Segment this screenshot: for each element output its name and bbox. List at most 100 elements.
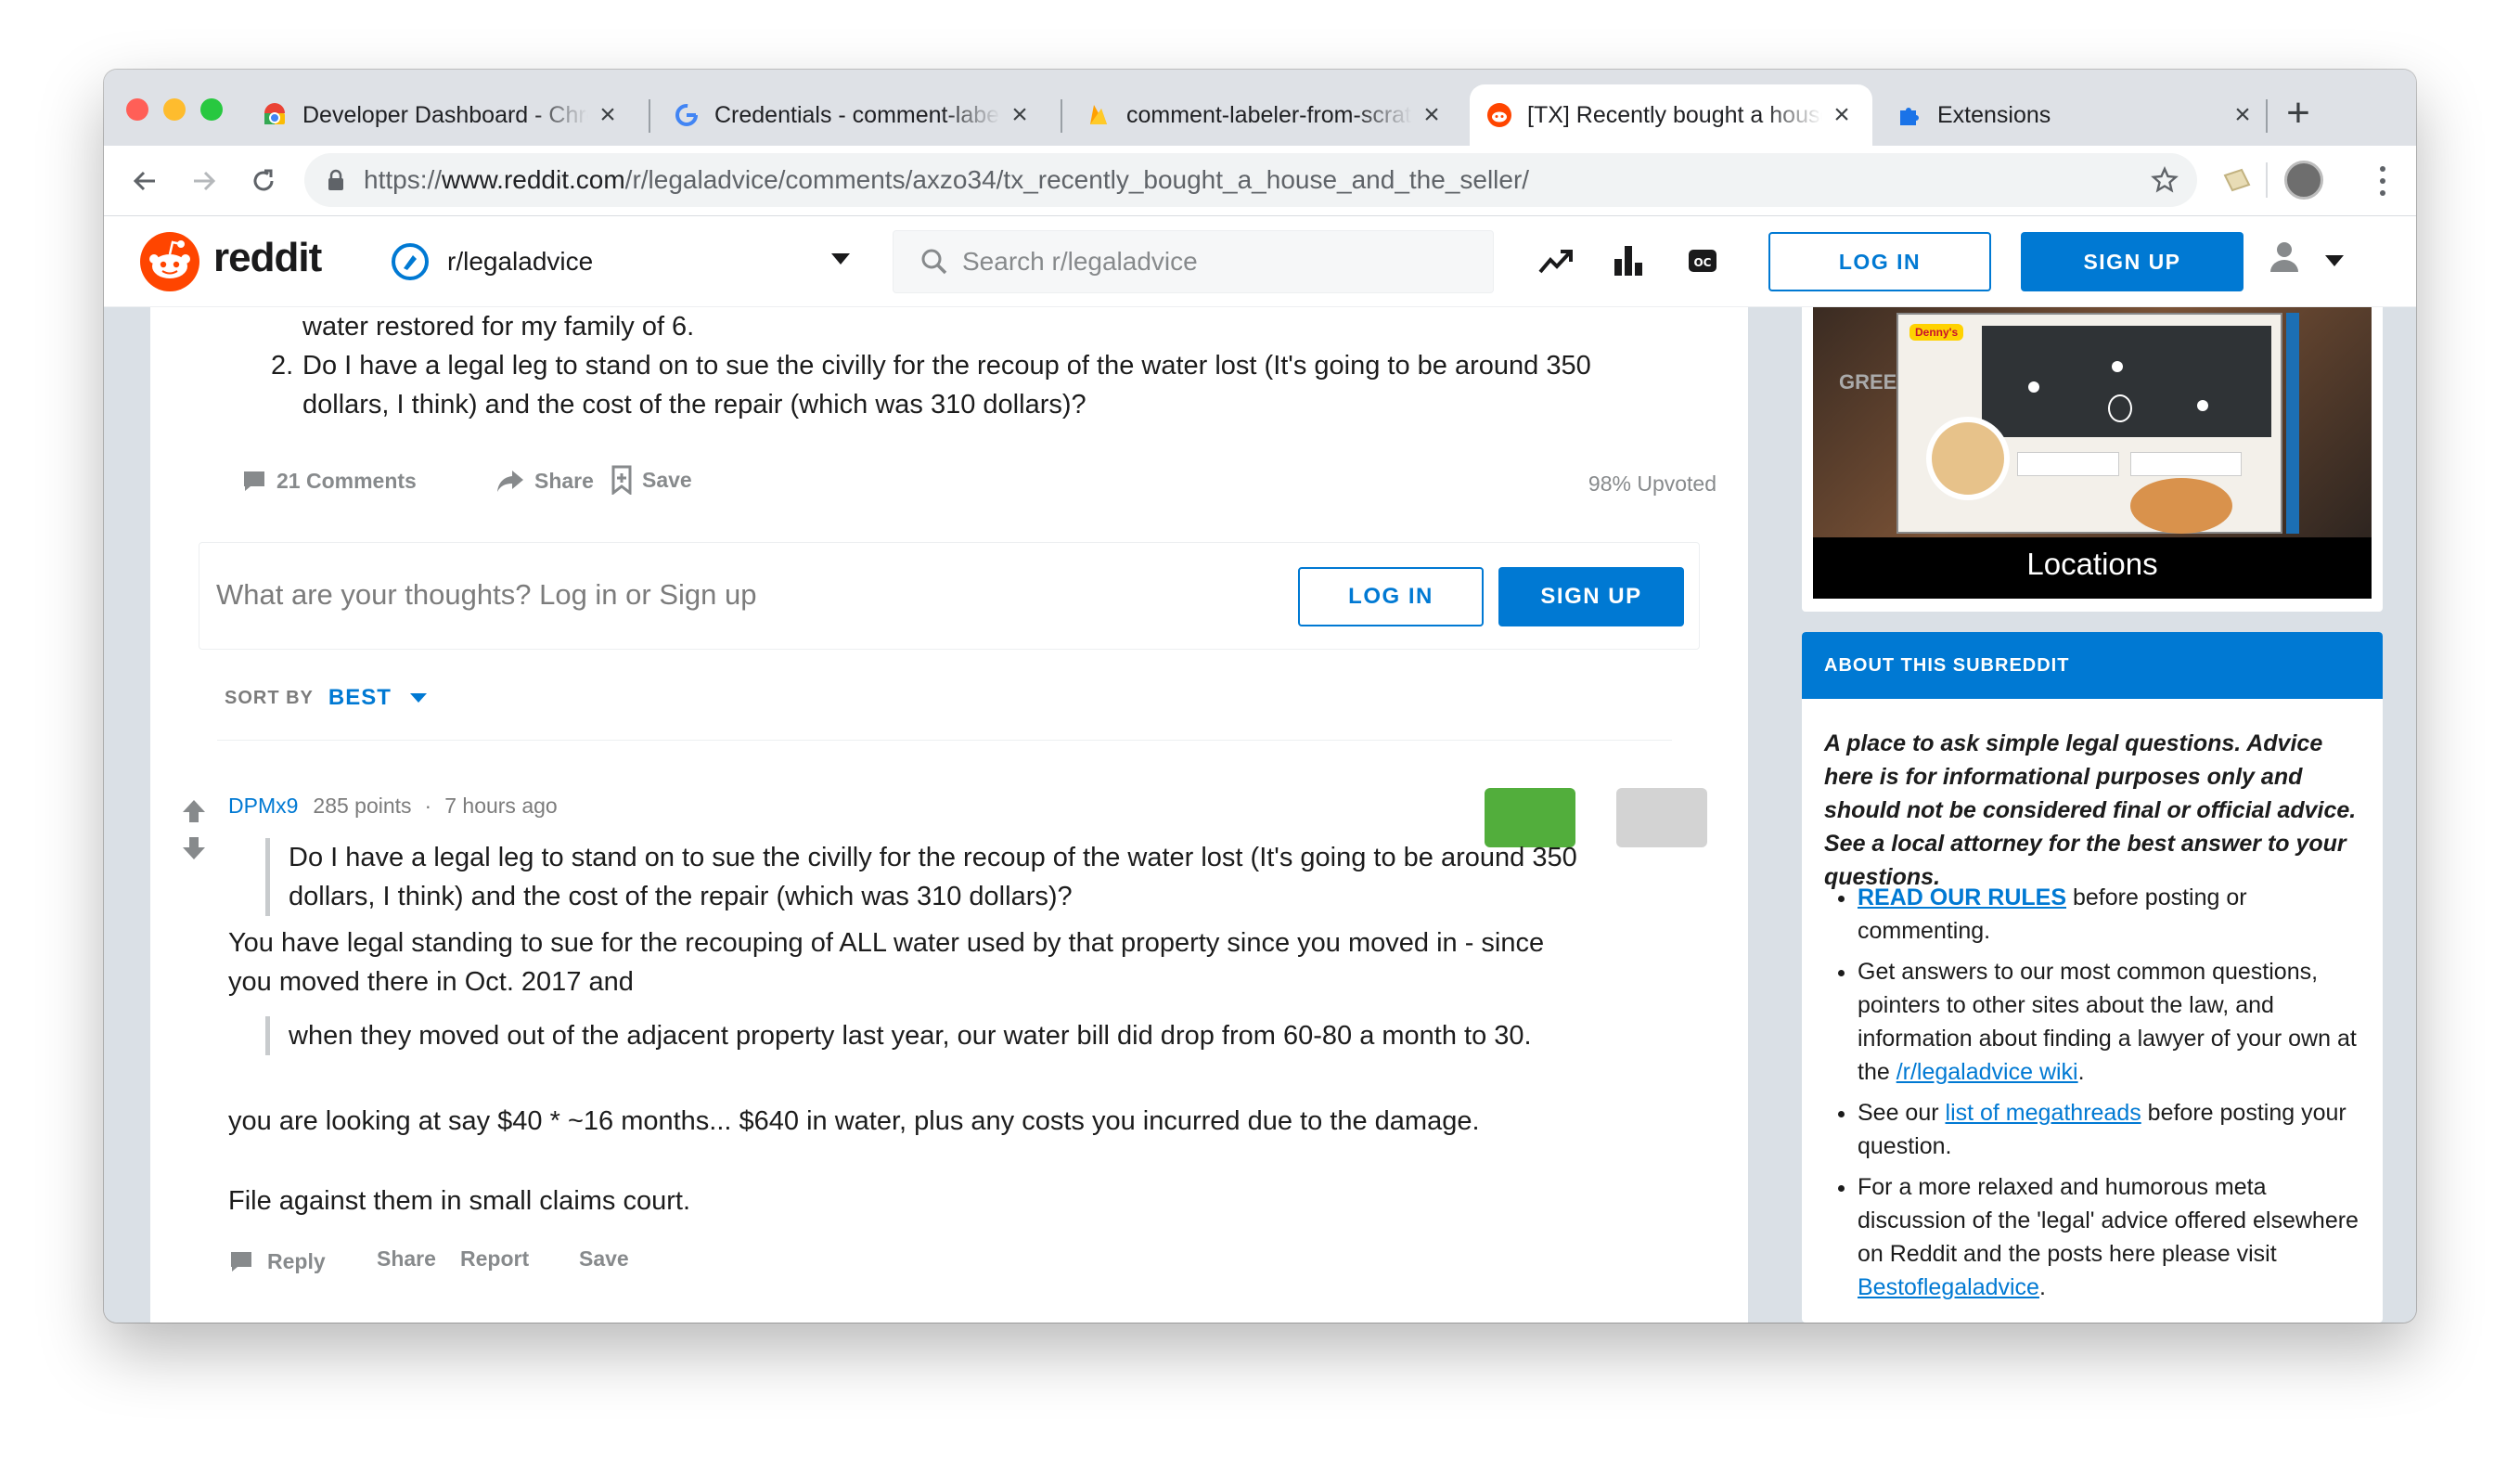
comment-icon (244, 471, 264, 491)
share-button[interactable]: Share (495, 468, 594, 494)
list-number: 2. (271, 351, 294, 381)
browser-toolbar: https://www.reddit.com/r/legaladvice/com… (104, 146, 2416, 216)
comment-icon (231, 1252, 251, 1272)
browser-window: Developer Dashboard - Chrome Web Store ×… (104, 70, 2416, 1323)
save-button[interactable]: Save (611, 465, 692, 495)
address-bar[interactable]: https://www.reddit.com/r/legaladvice/com… (304, 153, 2197, 207)
comment-meta: DPMx9 285 points · 7 hours ago (228, 794, 558, 819)
leaderboard-icon[interactable] (1613, 242, 1644, 278)
upvote-percentage: 98% Upvoted (1588, 471, 1716, 496)
about-list: READ OUR RULES before posting or comment… (1858, 881, 2364, 1311)
login-button[interactable]: LOG IN (1768, 232, 1991, 291)
google-icon (674, 102, 700, 128)
bookmark-star-icon[interactable] (2151, 166, 2179, 194)
user-icon (2270, 242, 2298, 272)
svg-text:OC: OC (1693, 256, 1711, 269)
close-icon[interactable]: × (1418, 99, 1446, 130)
tab-credentials[interactable]: Credentials - comment-labeler × (657, 84, 1050, 146)
tab-extensions[interactable]: Extensions × (1880, 84, 2273, 146)
maximize-window-button[interactable] (200, 98, 223, 121)
reload-button[interactable] (239, 157, 288, 205)
rules-link[interactable]: READ OUR RULES (1858, 884, 2066, 910)
comment-paragraph: You have legal standing to sue for the r… (228, 928, 1545, 997)
comment-signup-button[interactable]: SIGN UP (1498, 567, 1684, 626)
toolbar-divider (2266, 162, 2268, 198)
bookmark-icon (611, 465, 632, 495)
share-icon (497, 471, 523, 492)
comment-prompt-box: What are your thoughts? Log in or Sign u… (199, 542, 1700, 650)
upvote-arrow-icon[interactable] (180, 797, 208, 825)
reddit-wordmark[interactable]: reddit (213, 235, 322, 281)
search-icon (921, 249, 947, 275)
tab-developer-dashboard[interactable]: Developer Dashboard - Chrome Web Store × (245, 84, 638, 146)
comment-blockquote: when they moved out of the adjacent prop… (265, 1016, 1583, 1055)
reload-icon (253, 169, 274, 191)
about-header: ABOUT THIS SUBREDDIT (1802, 632, 2383, 699)
about-title: ABOUT THIS SUBREDDIT (1824, 654, 2070, 676)
comment-author[interactable]: DPMx9 (228, 794, 298, 819)
post-list-item: Do I have a legal leg to stand on to sue… (302, 351, 1591, 420)
megathreads-link[interactable]: list of megathreads (1946, 1100, 2141, 1126)
reddit-tv-icon[interactable]: OC (1687, 247, 1718, 275)
profile-avatar[interactable] (2284, 161, 2323, 200)
ad-map-screen: Denny's (1896, 313, 2282, 534)
extension-icon[interactable] (2221, 164, 2253, 196)
about-item-megathreads: See our list of megathreads before posti… (1858, 1096, 2364, 1163)
about-card: ABOUT THIS SUBREDDIT A place to ask simp… (1802, 632, 2383, 1323)
comments-button[interactable]: 21 Comments (241, 468, 417, 494)
bestof-link[interactable]: Bestoflegaladvice (1858, 1274, 2039, 1300)
signup-button[interactable]: SIGN UP (2021, 232, 2244, 291)
ad-side-text: GREE (1839, 370, 1897, 394)
comment-paragraph: File against them in small claims court. (228, 1186, 690, 1216)
chevron-down-icon (831, 253, 850, 265)
tab-separator (649, 99, 650, 133)
downvote-arrow-icon[interactable] (180, 834, 208, 862)
ad-card: GREE Denny's Locations (1802, 289, 2383, 612)
sort-label: SORT BY (225, 687, 314, 708)
label-button-gray[interactable] (1616, 788, 1707, 847)
about-description: A place to ask simple legal questions. A… (1824, 730, 2357, 890)
wiki-link[interactable]: /r/legaladvice wiki (1896, 1059, 2078, 1085)
comment-paragraph: you are looking at say $40 * ~16 months.… (228, 1106, 1480, 1136)
sort-dropdown[interactable]: SORT BY BEST (225, 685, 427, 711)
close-window-button[interactable] (126, 98, 148, 121)
firebase-icon (1086, 102, 1112, 128)
comment-login-button[interactable]: LOG IN (1298, 567, 1484, 626)
report-button[interactable]: Report (460, 1246, 529, 1272)
tab-reddit-post[interactable]: [TX] Recently bought a house and the sel… (1470, 84, 1872, 146)
close-icon[interactable]: × (594, 99, 622, 130)
ad-image[interactable]: GREE Denny's Locations (1813, 307, 2372, 599)
ad-brand-logo: Denny's (1909, 324, 1964, 341)
back-button[interactable] (121, 157, 169, 205)
forward-button[interactable] (180, 157, 228, 205)
reply-button[interactable]: Reply (228, 1248, 326, 1274)
new-tab-button[interactable]: + (2275, 90, 2321, 136)
comment-time: 7 hours ago (444, 794, 558, 818)
reddit-icon (1486, 102, 1512, 128)
minimize-window-button[interactable] (163, 98, 186, 121)
close-icon[interactable]: × (2229, 99, 2256, 130)
lock-icon (328, 169, 343, 190)
subreddit-dropdown[interactable]: r/legaladvice (379, 216, 857, 307)
search-placeholder: Search r/legaladvice (962, 247, 1198, 276)
close-icon[interactable]: × (1006, 99, 1034, 130)
user-menu-button[interactable] (2268, 239, 2351, 285)
comment-save-button[interactable]: Save (579, 1246, 629, 1272)
chevron-down-icon (2325, 255, 2344, 266)
comment-points: 285 points (313, 794, 412, 818)
trending-icon[interactable] (1538, 246, 1574, 278)
comment-blockquote: Do I have a legal leg to stand on to sue… (265, 838, 1583, 916)
search-input[interactable]: Search r/legaladvice (893, 230, 1494, 293)
reddit-logo-icon[interactable] (139, 231, 200, 292)
browser-menu-button[interactable] (2373, 162, 2392, 200)
puzzle-icon (1896, 102, 1922, 128)
tab-title: Extensions (1937, 101, 2051, 128)
tab-title: Credentials - comment-labeler (714, 101, 1000, 128)
close-icon[interactable]: × (1828, 99, 1856, 130)
about-item-rules: READ OUR RULES before posting or comment… (1858, 881, 2364, 948)
chrome-webstore-icon (262, 102, 288, 128)
post-body-text: water restored for my family of 6. (302, 312, 695, 342)
comment-share-button[interactable]: Share (377, 1246, 436, 1272)
tab-separator (1061, 99, 1062, 133)
tab-firebase[interactable]: comment-labeler-from-scratch × (1069, 84, 1462, 146)
